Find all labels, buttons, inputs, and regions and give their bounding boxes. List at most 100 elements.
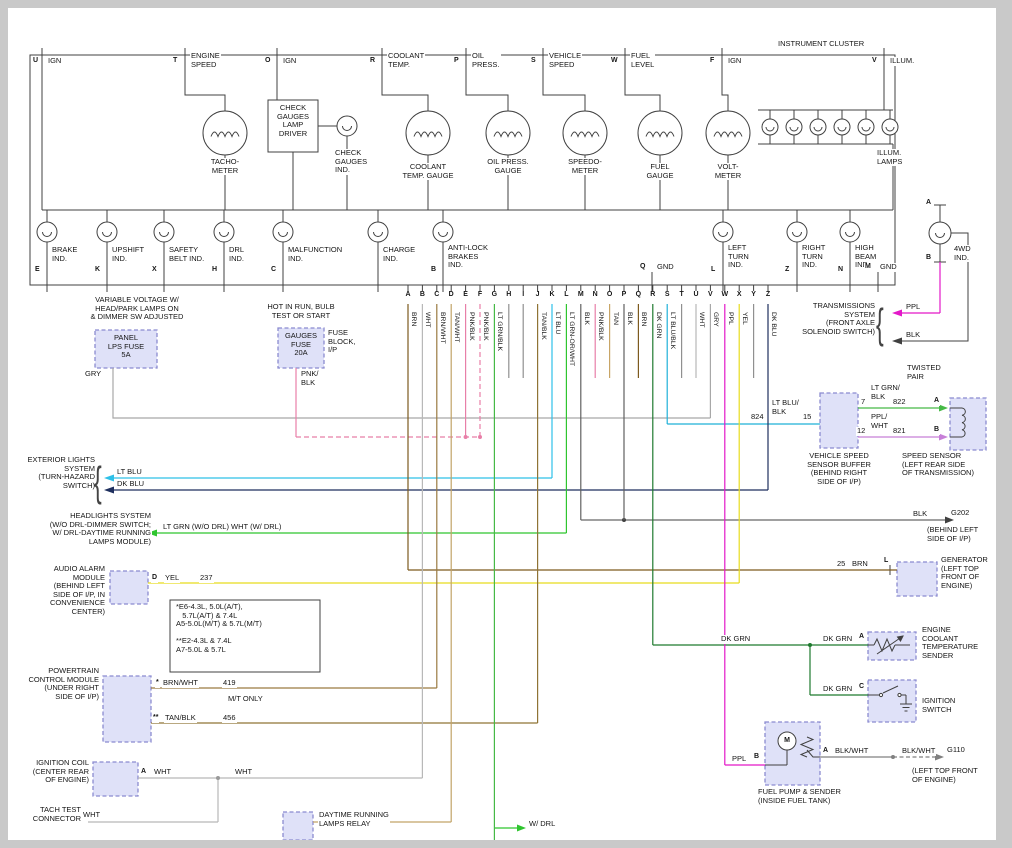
- 4wd-pin-a: A: [925, 199, 932, 208]
- connector-wires: [408, 285, 768, 840]
- speed-sensor-box: [950, 398, 986, 450]
- engine-applicability-note: *E6-4.3L, 5.0L(A/T), 5.7L(A/T) & 7.4L A5…: [175, 603, 263, 655]
- fuel-wire-blkwht1: BLK/WHT: [834, 747, 869, 756]
- buffer-pin-12: 12: [856, 427, 866, 436]
- connector-pin-H: H: [505, 291, 512, 300]
- wire-label-K: LT BLU: [553, 312, 561, 334]
- ignition-switch-label: IGNITION SWITCH: [921, 697, 956, 714]
- pin-e: E: [34, 266, 41, 275]
- terminal-letter-r: R: [369, 57, 376, 66]
- terminal-label-engine-speed: ENGINE SPEED: [190, 52, 221, 69]
- brake-ind-label: BRAKE IND.: [51, 246, 78, 263]
- pin-x: X: [151, 266, 158, 275]
- ect-pin-a: A: [858, 633, 865, 642]
- pcm-star1: *: [155, 679, 160, 688]
- g202-wire-blk: BLK: [912, 510, 928, 519]
- vss-circuit-824: 824: [750, 413, 765, 422]
- vss-buffer-box: [820, 393, 858, 448]
- connector-pin-Q: Q: [635, 291, 642, 300]
- variable-voltage-note: VARIABLE VOLTAGE W/ HEAD/PARK LAMPS ON &…: [90, 296, 185, 322]
- pcm-wire-brnwht: BRN/WHT: [162, 679, 199, 688]
- gauges-fuse-label: GAUGES FUSE 20A: [284, 332, 318, 358]
- right-turn-ind-label: RIGHT TURN IND.: [801, 244, 826, 270]
- connector-pin-Y: Y: [750, 291, 757, 300]
- hot-in-run-note: HOT IN RUN, BULB TEST OR START: [266, 303, 335, 320]
- ect-wire-dkgrn2: DK GRN: [822, 635, 853, 644]
- pcm-circuit-419: 419: [222, 679, 237, 688]
- trans-wire-ppl: PPL: [905, 303, 921, 312]
- frame-bottom: [0, 840, 1012, 848]
- wire-label-X: YEL: [740, 312, 748, 325]
- pin-h: H: [211, 266, 218, 275]
- headlights-system-label: HEADLIGHTS SYSTEM (W/O DRL-DIMMER SWITCH…: [12, 512, 152, 546]
- connector-pin-E: E: [462, 291, 469, 300]
- connector-pin-I: I: [521, 291, 525, 300]
- tachometer-label: TACHO- METER: [210, 158, 240, 175]
- connector-pin-P: P: [621, 291, 628, 300]
- wire-label-F: PNK/BLK: [481, 312, 489, 341]
- terminal-label-coolant-temp: COOLANT TEMP.: [387, 52, 425, 69]
- audio-pin-d: D: [151, 574, 158, 583]
- fuel-pump-label: FUEL PUMP & SENDER (INSIDE FUEL TANK): [757, 788, 842, 805]
- diagram-title: INSTRUMENT CLUSTER: [777, 40, 865, 49]
- pin-m: M: [864, 263, 872, 272]
- g202-location: (BEHIND LEFT SIDE OF I/P): [926, 526, 979, 543]
- buffer-pin-7: 7: [860, 398, 866, 407]
- pin-q: Q: [639, 263, 646, 272]
- fuel-pump-box: [765, 722, 820, 785]
- connector-pin-L: L: [563, 291, 569, 300]
- wire-label-R: DK GRN: [654, 312, 662, 338]
- drl-relay-box: [283, 812, 313, 840]
- wire-label-W: PPL: [726, 312, 734, 325]
- connector-pin-R: R: [649, 291, 656, 300]
- pin-b: B: [430, 266, 437, 275]
- pin-n: N: [837, 266, 844, 275]
- wire-gry-panel: [113, 368, 710, 418]
- connector-pin-T: T: [678, 291, 684, 300]
- wire-label-M: BLK: [582, 312, 590, 325]
- connector-pin-G: G: [491, 291, 498, 300]
- fuel-pin-a: A: [822, 747, 829, 756]
- buffer-circuit-822: 822: [892, 398, 907, 407]
- wire-label-E: PNK/BLK: [467, 312, 475, 341]
- vss-pin-15: 15: [802, 413, 812, 422]
- 4wd-ind-label: 4WD IND.: [953, 245, 972, 262]
- drl-relay-label: DAYTIME RUNNING LAMPS RELAY: [318, 811, 390, 828]
- terminal-label-ign1: IGN: [47, 57, 62, 66]
- pin-l: L: [710, 266, 716, 275]
- oil-gauge-label: OIL PRESS. GAUGE: [486, 158, 529, 175]
- fuel-gauge-label: FUEL GAUGE: [645, 163, 674, 180]
- connector-pin-C: C: [433, 291, 440, 300]
- wire-label-O: TAN: [611, 312, 619, 325]
- fuel-wire-blkwht2: BLK/WHT: [901, 747, 936, 756]
- g110-label: G110: [946, 746, 966, 755]
- terminal-label-oil-press: OIL PRESS.: [471, 52, 501, 69]
- terminal-label-ign2: IGN: [282, 57, 297, 66]
- check-gauges-ind-label: CHECK GAUGES IND.: [334, 149, 368, 175]
- switch-pin-c: C: [858, 683, 865, 692]
- dkblu-wire-label: DK BLU: [116, 480, 145, 489]
- coil-wire-wht: WHT: [153, 768, 172, 777]
- malfunction-ind-label: MALFUNCTION IND.: [287, 246, 343, 263]
- switch-wire-dkgrn: DK GRN: [822, 685, 853, 694]
- buffer-wire-pplwht: PPL/ WHT: [870, 413, 889, 430]
- audio-circuit-237: 237: [199, 574, 214, 583]
- gnd-left-label: GND: [656, 263, 675, 272]
- terminal-label-illum: ILLUM.: [889, 57, 915, 66]
- upshift-ind-label: UPSHIFT IND.: [111, 246, 145, 263]
- ect-sender-label: ENGINE COOLANT TEMPERATURE SENDER: [921, 626, 979, 660]
- connector-pin-K: K: [548, 291, 555, 300]
- terminal-letter-o: O: [264, 57, 271, 66]
- terminal-letter-w: W: [610, 57, 619, 66]
- g202-label: G202: [950, 509, 970, 518]
- tach-wire-wht: WHT: [82, 811, 101, 820]
- terminal-letter-f: F: [709, 57, 715, 66]
- wdrl-label: W/ DRL: [528, 820, 556, 829]
- wire-label-G: LT GRN/BLK: [495, 312, 503, 351]
- ect-sender-box: [868, 632, 916, 660]
- frame-left: [0, 0, 8, 848]
- sensor-pin-a: A: [933, 397, 940, 406]
- g110-location: (LEFT TOP FRONT OF ENGINE): [911, 767, 979, 784]
- twisted-pair-label: TWISTED PAIR: [906, 364, 942, 381]
- terminal-letter-t: T: [172, 57, 178, 66]
